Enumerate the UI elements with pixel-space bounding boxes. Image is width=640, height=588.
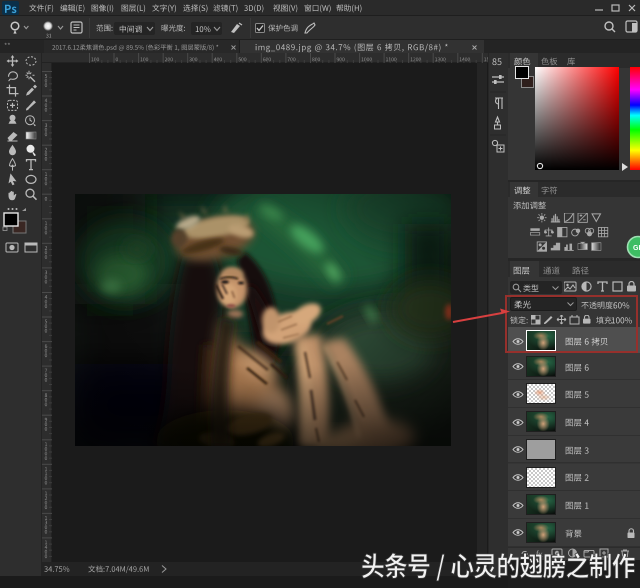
svg-text:GI: GI xyxy=(633,245,640,252)
